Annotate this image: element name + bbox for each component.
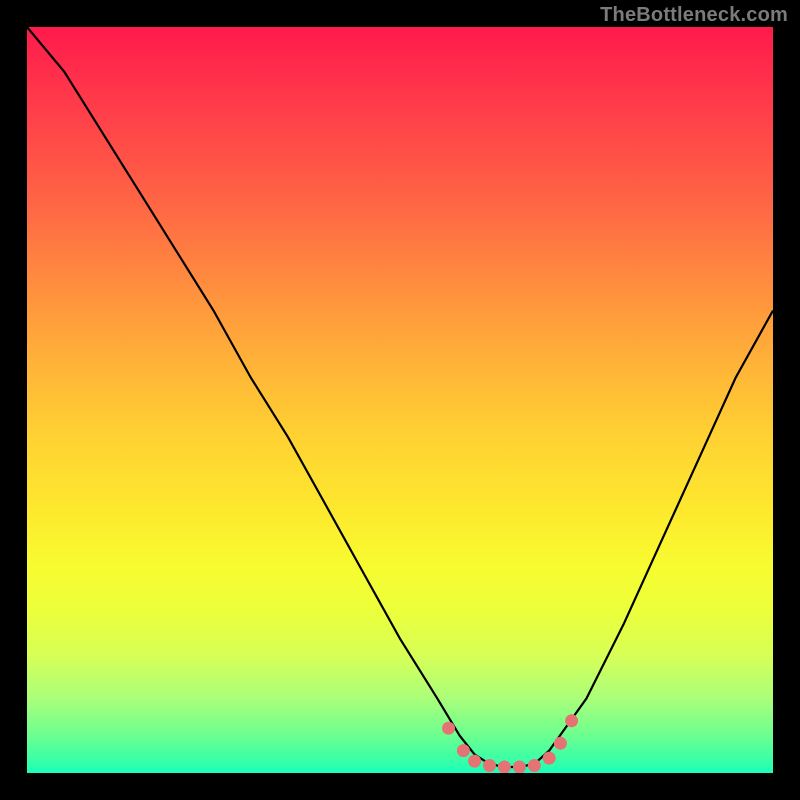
curve-marker: [457, 744, 470, 757]
watermark-text: TheBottleneck.com: [600, 4, 788, 27]
curve-marker: [513, 761, 526, 774]
curve-marker: [483, 759, 496, 772]
curve-marker: [498, 761, 511, 774]
curve-marker: [543, 752, 556, 765]
curve-marker: [554, 737, 567, 750]
curve-marker: [442, 722, 455, 735]
curve-markers: [442, 714, 578, 773]
bottleneck-curve-svg: [27, 27, 773, 773]
curve-marker: [565, 714, 578, 727]
plot-area: [27, 27, 773, 773]
bottleneck-curve: [27, 27, 773, 767]
chart-frame: TheBottleneck.com: [0, 0, 800, 800]
curve-marker: [528, 759, 541, 772]
curve-marker: [468, 755, 481, 768]
